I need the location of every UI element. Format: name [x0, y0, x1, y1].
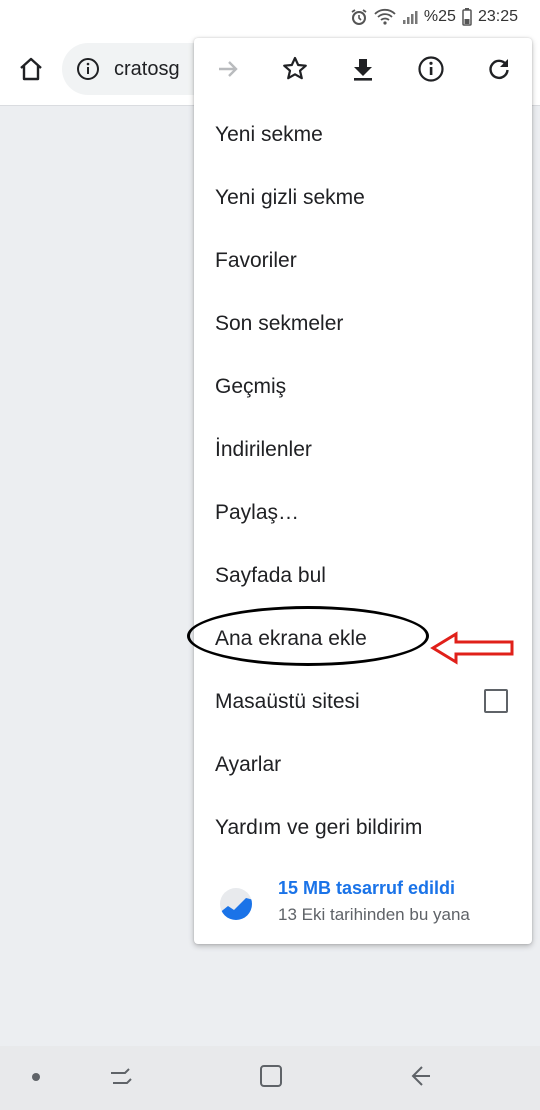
- refresh-button[interactable]: [479, 51, 519, 91]
- home-square-button[interactable]: [254, 1064, 288, 1092]
- back-button[interactable]: [404, 1064, 438, 1092]
- menu-item-history[interactable]: Geçmiş: [194, 355, 532, 418]
- data-saved-subtitle: 13 Eki tarihinden bu yana: [278, 905, 470, 924]
- menu-item-label: Favoriler: [215, 248, 297, 272]
- recent-apps-button[interactable]: [104, 1064, 138, 1092]
- wifi-icon: [374, 8, 396, 26]
- recent-apps-icon: [108, 1064, 134, 1093]
- menu-item-desktop-site[interactable]: Masaüstü sitesi: [194, 670, 532, 733]
- menu-item-settings[interactable]: Ayarlar: [194, 733, 532, 796]
- forward-button[interactable]: [208, 51, 248, 91]
- menu-item-label: Son sekmeler: [215, 311, 344, 335]
- page-info-button[interactable]: [411, 51, 451, 91]
- menu-item-bookmarks[interactable]: Favoriler: [194, 229, 532, 292]
- bookmark-button[interactable]: [275, 51, 315, 91]
- menu-item-label: Yeni sekme: [215, 122, 323, 146]
- menu-item-find-in-page[interactable]: Sayfada bul: [194, 544, 532, 607]
- data-saver-chart-icon: [218, 886, 254, 922]
- menu-item-label: Yeni gizli sekme: [215, 185, 365, 209]
- star-icon: [281, 55, 309, 88]
- menu-item-new-tab[interactable]: Yeni sekme: [194, 103, 532, 166]
- back-icon: [408, 1063, 434, 1094]
- menu-item-label: İndirilenler: [215, 437, 312, 461]
- menu-action-row: [194, 38, 532, 104]
- menu-item-label: Ayarlar: [215, 752, 282, 776]
- clock: 23:25: [477, 8, 518, 25]
- alarm-icon: [350, 8, 368, 26]
- url-text: cratosg: [114, 57, 180, 80]
- battery-icon: [462, 8, 472, 26]
- refresh-icon: [486, 56, 512, 87]
- signal-icon: [402, 9, 418, 25]
- overflow-menu: Yeni sekme Yeni gizli sekme Favoriler So…: [194, 38, 532, 944]
- menu-item-label: Paylaş…: [215, 500, 300, 524]
- home-icon: [18, 56, 44, 87]
- dot-button[interactable]: [24, 1064, 48, 1092]
- menu-item-label: Masaüstü sitesi: [215, 689, 360, 713]
- data-saver-summary[interactable]: 15 MB tasarruf edildi 13 Eki tarihinden …: [194, 868, 532, 938]
- home-square-icon: [258, 1063, 284, 1094]
- forward-icon: [215, 56, 241, 87]
- download-icon: [350, 56, 376, 87]
- menu-item-help-feedback[interactable]: Yardım ve geri bildirim: [194, 796, 532, 859]
- info-icon: [417, 55, 445, 88]
- status-bar: %25 23:25: [0, 0, 540, 34]
- menu-item-share[interactable]: Paylaş…: [194, 481, 532, 544]
- desktop-site-checkbox[interactable]: [484, 689, 508, 713]
- menu-item-downloads[interactable]: İndirilenler: [194, 418, 532, 481]
- menu-item-label: Yardım ve geri bildirim: [215, 815, 423, 839]
- highlight-ellipse: [187, 606, 429, 666]
- download-button[interactable]: [343, 51, 383, 91]
- site-info-icon[interactable]: [76, 57, 100, 81]
- home-button[interactable]: [12, 52, 50, 90]
- menu-item-new-incognito-tab[interactable]: Yeni gizli sekme: [194, 166, 532, 229]
- menu-item-label: Geçmiş: [215, 374, 287, 398]
- dot-icon: [31, 1069, 41, 1087]
- menu-item-label: Sayfada bul: [215, 563, 326, 587]
- battery-percent: %25: [423, 8, 456, 25]
- data-saved-title: 15 MB tasarruf edildi: [278, 878, 456, 898]
- annotation-arrow-icon: [430, 631, 514, 665]
- system-nav-bar: [0, 1046, 540, 1110]
- menu-item-recent-tabs[interactable]: Son sekmeler: [194, 292, 532, 355]
